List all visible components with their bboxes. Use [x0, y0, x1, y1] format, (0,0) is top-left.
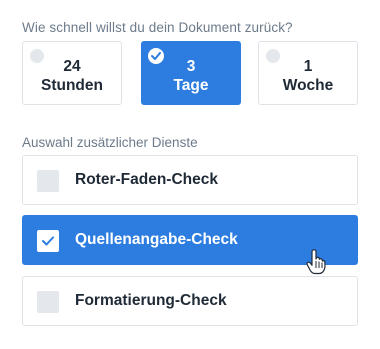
services-heading: Auswahl zusätzlicher Dienste	[22, 135, 198, 150]
checkbox-unchecked-icon[interactable]	[37, 170, 59, 192]
service-roter-faden-check[interactable]: Roter-Faden-Check	[22, 155, 358, 205]
delivery-option-unit: Stunden	[41, 77, 103, 94]
service-label: Roter-Faden-Check	[75, 171, 218, 188]
delivery-option-3-tage[interactable]: 3 Tage	[141, 41, 241, 105]
service-label: Formatierung-Check	[75, 292, 227, 309]
delivery-option-value: 1	[303, 58, 313, 75]
service-formatierung-check[interactable]: Formatierung-Check	[22, 276, 358, 326]
delivery-option-24-stunden[interactable]: 24 Stunden	[22, 41, 122, 105]
delivery-option-value: 3	[186, 58, 196, 75]
delivery-options: 24 Stunden 3 Tage 1 Woche	[22, 41, 358, 107]
delivery-option-unit: Tage	[173, 77, 209, 94]
hand-pointer-icon	[306, 249, 326, 275]
checkbox-unchecked-icon[interactable]	[37, 291, 59, 313]
service-label: Quellenangabe-Check	[75, 231, 238, 248]
delivery-option-value: 24	[63, 58, 81, 75]
delivery-option-1-woche[interactable]: 1 Woche	[258, 41, 358, 105]
delivery-option-unit: Woche	[282, 77, 334, 94]
delivery-option-labels: 24 Stunden	[23, 57, 121, 95]
checkbox-checked-icon[interactable]	[37, 230, 59, 252]
delivery-option-labels: 3 Tage	[142, 57, 240, 95]
delivery-question: Wie schnell willst du dein Dokument zurü…	[22, 20, 293, 35]
delivery-option-labels: 1 Woche	[259, 57, 357, 95]
